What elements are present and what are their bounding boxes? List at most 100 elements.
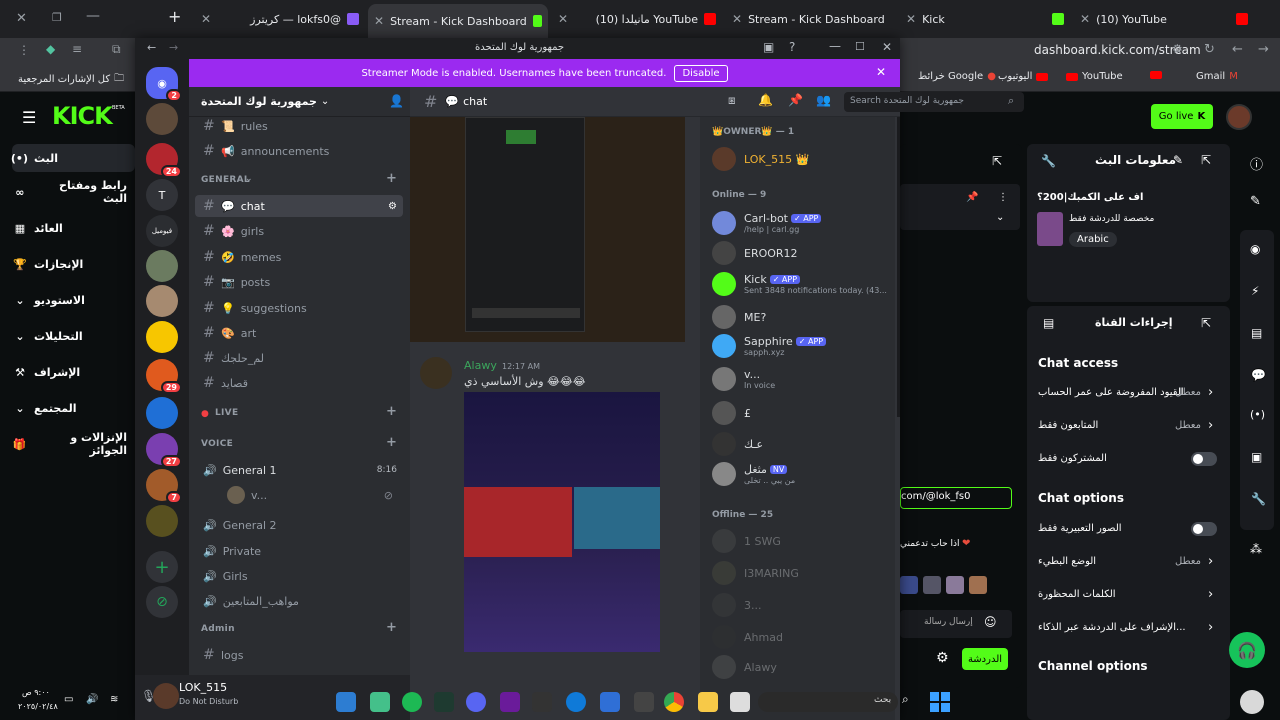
new-tab-icon[interactable]: +	[168, 7, 181, 26]
minimize-icon[interactable]: —	[86, 8, 100, 24]
camera-icon[interactable]: ◉	[1250, 242, 1260, 256]
taskbar-app-icon[interactable]	[434, 692, 454, 712]
edge-icon[interactable]	[566, 692, 586, 712]
tab-kick-dashboard-2[interactable]: ✕ Stream - Kick Dashboard	[726, 6, 896, 32]
voice-channel[interactable]: 🔊 Private	[195, 540, 403, 562]
taskbar-app-icon[interactable]	[370, 692, 390, 712]
channel-item[interactable]: # 💡 suggestions	[195, 297, 403, 319]
discord-taskbar-icon[interactable]	[466, 692, 486, 712]
popout-icon[interactable]: ⇱	[992, 154, 1002, 168]
tab-youtube-1[interactable]: ✕ (10) مانيلدا YouTube	[552, 6, 722, 32]
server-icon[interactable]: فيوميل	[146, 215, 178, 247]
channel-item[interactable]: # 📜 rules	[195, 117, 403, 137]
chevron-right-icon[interactable]: ›	[1208, 620, 1213, 635]
setting-toggle[interactable]	[1191, 452, 1217, 466]
member-item[interactable]: £	[712, 399, 892, 427]
tab-close-icon[interactable]: ✕	[732, 12, 742, 26]
support-headset-icon[interactable]: 🎧	[1229, 632, 1265, 668]
chat-bubble-icon[interactable]: 💬	[1251, 368, 1266, 382]
members-icon[interactable]: 👥	[816, 93, 831, 107]
member-item[interactable]: Kick ✓ APP Sent 3848 notifications today. …	[712, 270, 892, 298]
site-settings-icon[interactable]: ⚙	[1172, 42, 1183, 56]
clock-time[interactable]: ٩:٠٠ ص	[22, 688, 50, 697]
tab-kriters[interactable]: ✕ كريترز — lokfs0@	[195, 6, 365, 32]
bookmark-youtube-2[interactable]	[1150, 71, 1162, 79]
tab-close-icon[interactable]: ✕	[1080, 12, 1090, 26]
setting-toggle[interactable]	[1191, 522, 1217, 536]
server-icon[interactable]: 7	[146, 469, 182, 504]
inbox-icon[interactable]: ▣	[763, 40, 774, 54]
bell-icon[interactable]: 🔔	[758, 93, 773, 107]
channel-item[interactable]: # 🌸 girls	[195, 220, 403, 242]
share-icon[interactable]: ⧉	[112, 42, 121, 57]
member-item-offline[interactable]: Alawy	[712, 653, 892, 681]
pin-icon[interactable]: 📌	[788, 93, 803, 107]
server-icon[interactable]	[146, 397, 178, 429]
server-icon[interactable]	[146, 321, 178, 353]
tools-icon[interactable]: 🔧	[1251, 492, 1266, 506]
tab-close-icon[interactable]: ✕	[374, 14, 384, 28]
kick-nav-item[interactable]: الاستوديو ⌄	[12, 286, 135, 314]
channel-item[interactable]: # logs	[195, 644, 403, 666]
weather-icon[interactable]	[1240, 690, 1264, 714]
message-avatar[interactable]	[420, 357, 452, 389]
close-icon[interactable]: ✕	[882, 40, 892, 54]
taskbar-app-icon[interactable]	[500, 692, 520, 712]
kick-nav-item[interactable]: المجتمع ⌄	[12, 394, 135, 422]
close-banner-icon[interactable]: ✕	[876, 65, 886, 79]
member-item-offline[interactable]: 1 SWG	[712, 527, 892, 555]
member-item[interactable]: EROOR12	[712, 239, 892, 267]
edit-icon[interactable]: ✎	[1173, 153, 1183, 167]
member-item-offline[interactable]: Ahmad	[712, 623, 892, 651]
voice-user[interactable]: v... ⊘	[219, 484, 399, 506]
back-icon[interactable]: ←	[147, 41, 156, 54]
extensions-list-icon[interactable]: ≡	[72, 42, 82, 56]
tab-kick-dashboard-active[interactable]: ✕ Stream - Kick Dashboard	[368, 4, 548, 38]
kick-nav-item[interactable]: التحليلات ⌄	[12, 322, 135, 350]
tab-close-icon[interactable]: ✕	[906, 12, 916, 26]
server-icon[interactable]	[146, 103, 178, 135]
server-icon[interactable]	[146, 285, 178, 317]
windows-start-icon[interactable]	[930, 692, 950, 712]
kick-nav-item[interactable]: الإنجازات 🏆	[12, 250, 135, 278]
member-item[interactable]: مثغل NV من يبي .. تخلى	[712, 460, 892, 488]
lightning-icon[interactable]: ⚡	[1251, 284, 1259, 298]
add-server-icon[interactable]: +	[146, 551, 178, 583]
search-icon[interactable]: ⌕	[902, 692, 909, 707]
tab-close-icon[interactable]: ✕	[558, 12, 568, 26]
wifi-icon[interactable]: ≋	[110, 694, 118, 705]
tab-close-icon[interactable]: ✕	[201, 12, 211, 26]
channel-settings-icon[interactable]: ⚙	[388, 201, 397, 212]
spotify-icon[interactable]	[402, 692, 422, 712]
close-window-icon[interactable]: ✕	[16, 11, 27, 26]
file-explorer-icon[interactable]	[698, 692, 718, 712]
kick-logo[interactable]: KICK	[52, 102, 113, 130]
member-item[interactable]: ME?	[712, 303, 892, 331]
category-voice[interactable]: VOICE	[201, 439, 233, 449]
channel-item[interactable]: # قصايد	[195, 372, 403, 394]
chrome-icon[interactable]	[664, 692, 684, 712]
member-item-offline[interactable]: 3...	[712, 591, 892, 619]
kick-nav-item[interactable]: الإنزالات و الجوائز 🎁	[12, 430, 135, 458]
back-icon[interactable]: →	[1258, 42, 1269, 57]
chat-input[interactable]: إرسال رسالة ☺	[900, 610, 1012, 638]
maximize-icon[interactable]: ☐	[855, 40, 865, 53]
add-channel-icon[interactable]: +	[386, 435, 397, 450]
volume-icon[interactable]: 🔊	[86, 694, 98, 705]
member-item[interactable]: Sapphire ✓ APP sapph.xyz	[712, 332, 892, 360]
voice-channel[interactable]: 🔊 General 2	[195, 514, 403, 536]
channel-item[interactable]: # 📷 posts	[195, 271, 403, 293]
pencil-icon[interactable]: ✎	[1250, 194, 1261, 209]
discord-home-icon[interactable]: ◉ 2	[146, 67, 182, 102]
server-icon[interactable]: 27	[146, 433, 182, 468]
tab-youtube-2[interactable]: ✕ (10) YouTube	[1074, 6, 1254, 32]
help-icon[interactable]: ?	[789, 40, 795, 54]
member-item[interactable]: عـك	[712, 430, 892, 458]
all-bookmarks[interactable]: كل الإشارات المرجعية 🗀	[18, 71, 124, 88]
avatar[interactable]	[1226, 104, 1252, 130]
explore-icon[interactable]: ⊘	[146, 586, 178, 618]
hamburger-menu-icon[interactable]: ☰	[22, 108, 36, 127]
pinned-message[interactable]: 📌 ⋮ ⌄	[900, 184, 1020, 230]
server-icon[interactable]	[146, 505, 178, 537]
extension-icon[interactable]: ◆	[46, 42, 55, 56]
